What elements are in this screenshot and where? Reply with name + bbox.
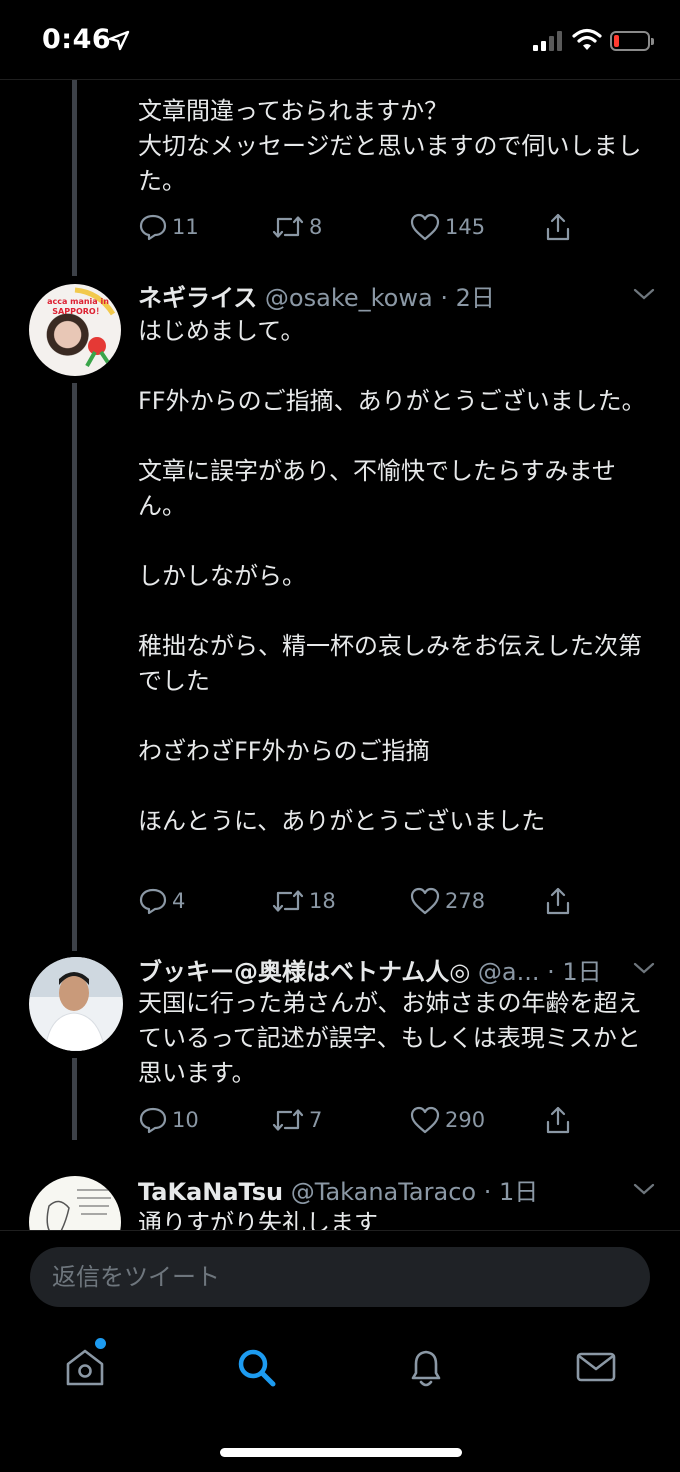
tweet-time: · 1日: [547, 958, 602, 986]
notifications-icon[interactable]: [401, 1342, 451, 1392]
retweet-count: 18: [309, 889, 336, 913]
location-arrow-icon: [108, 30, 130, 51]
retweet-button[interactable]: 8: [271, 212, 322, 242]
avatar[interactable]: [29, 957, 123, 1051]
avatar-image: [46, 1189, 111, 1230]
home-icon[interactable]: [60, 1342, 110, 1392]
reply-button[interactable]: 11: [138, 212, 199, 242]
search-icon[interactable]: [231, 1342, 281, 1392]
avatar[interactable]: [29, 1176, 121, 1230]
chevron-down-icon[interactable]: [632, 286, 656, 302]
share-icon: [546, 1106, 570, 1134]
status-time: 0:46: [42, 24, 112, 55]
share-icon: [546, 213, 570, 241]
chevron-down-icon[interactable]: [632, 1181, 656, 1197]
display-name[interactable]: ネギライス: [138, 284, 257, 312]
like-count: 290: [445, 1108, 486, 1132]
reply-bar: 返信をツイート: [0, 1230, 680, 1323]
share-button[interactable]: [543, 1105, 577, 1135]
reply-icon: [139, 1107, 167, 1134]
thread-line: [72, 80, 77, 276]
tweet-actions: 10 7 290: [138, 1105, 598, 1139]
user-handle[interactable]: @TakanaTaraco: [291, 1178, 476, 1206]
share-button[interactable]: [543, 212, 577, 242]
display-name[interactable]: TaKaNaTsu: [138, 1178, 283, 1206]
thread-line: [72, 383, 77, 951]
retweet-icon: [272, 216, 304, 238]
share-icon: [546, 887, 570, 915]
user-handle[interactable]: @a...: [478, 958, 540, 986]
like-count: 145: [445, 215, 486, 239]
tweet-header: ネギライス @osake_kowa · 2日: [138, 278, 495, 312]
display-name[interactable]: ブッキー@奥様はベトナム人◎: [138, 958, 470, 986]
retweet-button[interactable]: 18: [271, 886, 336, 916]
status-bar: 0:46: [0, 0, 680, 80]
home-notification-dot: [95, 1338, 106, 1349]
cellular-signal-icon: [533, 31, 562, 51]
battery-icon: [610, 31, 654, 51]
tweet-text: 天国に行った弟さんが、お姉さまの年齢を超えているって記述が誤字、もしくは表現ミス…: [138, 989, 642, 1087]
tweet-text: 通りすがり失礼します: [138, 1209, 378, 1230]
like-count: 278: [445, 889, 486, 913]
reply-input[interactable]: 返信をツイート: [30, 1247, 650, 1307]
reply-count: 4: [172, 889, 186, 913]
wifi-icon: [572, 28, 602, 50]
reply-icon: [139, 888, 167, 915]
tweet-text: 文章間違っておられますか？ 大切なメッセージだと思いますので伺いしました。: [138, 97, 642, 195]
retweet-count: 7: [309, 1108, 323, 1132]
heart-icon: [410, 213, 440, 241]
reply-count: 11: [172, 215, 199, 239]
retweet-button[interactable]: 7: [271, 1105, 322, 1135]
like-button[interactable]: 145: [409, 212, 485, 242]
retweet-icon: [272, 1109, 304, 1131]
chevron-down-icon[interactable]: [632, 960, 656, 976]
like-button[interactable]: 290: [409, 1105, 485, 1135]
thread-line: [72, 1058, 77, 1140]
tweet-time: · 1日: [483, 1178, 539, 1206]
like-button[interactable]: 278: [409, 886, 485, 916]
avatar-image: [29, 957, 123, 1051]
tweet-text: はじめまして。 FF外からのご指摘、ありがとうございました。 文章に誤字があり、…: [138, 317, 646, 835]
heart-icon: [410, 1106, 440, 1134]
tweet-time: · 2日: [440, 284, 495, 312]
home-indicator: [220, 1448, 462, 1457]
retweet-count: 8: [309, 215, 323, 239]
reply-button[interactable]: 4: [138, 886, 185, 916]
reply-button[interactable]: 10: [138, 1105, 199, 1135]
tweet-header: TaKaNaTsu @TakanaTaraco · 1日: [138, 1172, 539, 1206]
tweet-actions: 4 18 278: [138, 886, 598, 920]
avatar-caption: acca mania in SAPPORO！: [47, 297, 109, 316]
heart-icon: [410, 887, 440, 915]
tweet-actions: 11 8 145: [138, 212, 598, 246]
share-button[interactable]: [543, 886, 577, 916]
tweet-thread[interactable]: 文章間違っておられますか？ 大切なメッセージだと思いますので伺いしました。 11…: [0, 80, 680, 1230]
reply-count: 10: [172, 1108, 199, 1132]
user-handle[interactable]: @osake_kowa: [265, 284, 433, 312]
reply-icon: [139, 214, 167, 241]
retweet-icon: [272, 890, 304, 912]
messages-icon[interactable]: [571, 1342, 621, 1392]
tweet-header: ブッキー@奥様はベトナム人◎ @a... · 1日: [138, 952, 602, 986]
avatar[interactable]: acca mania in SAPPORO！: [29, 284, 121, 376]
